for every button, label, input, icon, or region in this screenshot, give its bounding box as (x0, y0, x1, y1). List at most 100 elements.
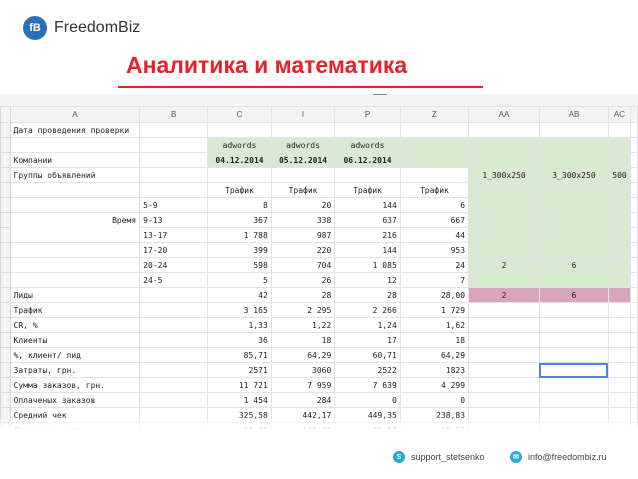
table-cell[interactable] (538, 182, 609, 198)
table-cell[interactable]: 28 (270, 287, 336, 303)
table-cell[interactable]: 42 (207, 287, 272, 303)
table-cell[interactable] (399, 152, 470, 168)
table-cell[interactable] (607, 392, 632, 408)
table-cell[interactable] (538, 362, 609, 378)
table-cell[interactable]: 26 (270, 272, 336, 288)
table-cell[interactable]: 05.12.2014 (270, 152, 336, 168)
table-cell[interactable] (538, 272, 609, 288)
table-cell[interactable] (9, 257, 141, 273)
table-cell[interactable]: 1 788 (207, 227, 272, 243)
table-cell[interactable]: 667 (399, 212, 470, 228)
table-cell[interactable] (139, 122, 209, 138)
table-cell[interactable] (538, 302, 609, 318)
table-cell[interactable]: 1,24 (334, 317, 401, 333)
table-cell[interactable] (538, 197, 609, 213)
table-cell[interactable] (139, 332, 209, 348)
column-header[interactable]: C (207, 106, 272, 123)
table-cell[interactable] (607, 272, 632, 288)
table-cell[interactable] (468, 377, 540, 393)
table-cell[interactable]: 2 (468, 287, 540, 303)
table-cell[interactable]: Группы объявлений (9, 167, 141, 183)
table-cell[interactable]: 367 (207, 212, 272, 228)
table-cell[interactable] (538, 377, 609, 393)
table-cell[interactable] (270, 167, 336, 183)
table-cell[interactable] (468, 242, 540, 258)
table-cell[interactable] (270, 122, 336, 138)
table-cell[interactable] (9, 197, 141, 213)
table-cell[interactable] (538, 332, 609, 348)
table-cell[interactable]: 6 (538, 257, 609, 273)
table-cell[interactable]: 2571 (207, 362, 272, 378)
column-header[interactable]: I (270, 106, 336, 123)
table-cell[interactable] (468, 302, 540, 318)
table-cell[interactable] (468, 197, 540, 213)
table-cell[interactable]: adwords (334, 137, 401, 153)
table-cell[interactable] (468, 122, 540, 138)
table-cell[interactable]: Затраты, грн. (9, 362, 141, 378)
table-cell[interactable]: 144 (334, 197, 401, 213)
table-cell[interactable] (538, 122, 609, 138)
table-cell[interactable] (607, 227, 632, 243)
table-cell[interactable] (399, 122, 470, 138)
table-cell[interactable] (207, 167, 272, 183)
table-cell[interactable]: 598 (207, 257, 272, 273)
table-cell[interactable] (139, 392, 209, 408)
table-cell[interactable]: 987 (270, 227, 336, 243)
table-cell[interactable]: 36 (207, 332, 272, 348)
table-cell[interactable]: 24 (399, 257, 470, 273)
table-cell[interactable]: 20 (270, 197, 336, 213)
table-cell[interactable] (468, 212, 540, 228)
table-cell[interactable]: 6 (399, 197, 470, 213)
table-cell[interactable]: Клиенты (9, 332, 141, 348)
table-cell[interactable] (139, 362, 209, 378)
table-cell[interactable] (9, 182, 141, 198)
table-cell[interactable] (607, 137, 632, 153)
table-cell[interactable] (207, 122, 272, 138)
table-cell[interactable]: 144 (334, 242, 401, 258)
table-cell[interactable]: Трафик (207, 182, 272, 198)
table-cell[interactable] (538, 242, 609, 258)
table-cell[interactable] (607, 332, 632, 348)
table-cell[interactable]: 500 (607, 167, 632, 183)
table-cell[interactable] (607, 287, 632, 303)
table-cell[interactable]: 399 (207, 242, 272, 258)
table-cell[interactable] (468, 347, 540, 363)
table-cell[interactable]: Лиды (9, 287, 141, 303)
column-header[interactable]: B (139, 106, 209, 123)
table-cell[interactable]: 216 (334, 227, 401, 243)
table-cell[interactable]: adwords (207, 137, 272, 153)
table-cell[interactable]: 1,22 (270, 317, 336, 333)
table-cell[interactable]: Оплаченых заказов (9, 392, 141, 408)
table-cell[interactable] (607, 257, 632, 273)
table-cell[interactable]: 0 (399, 392, 470, 408)
table-cell[interactable]: 06.12.2014 (334, 152, 401, 168)
table-cell[interactable]: 2 266 (334, 302, 401, 318)
table-cell[interactable]: 1_300x250 (468, 167, 540, 183)
table-cell[interactable] (538, 347, 609, 363)
email-contact[interactable]: ✉ info@freedombiz.ru (510, 449, 607, 465)
table-cell[interactable]: 64,29 (399, 347, 470, 363)
table-cell[interactable]: Сумма заказов, грн. (9, 377, 141, 393)
table-cell[interactable]: 18 (270, 332, 336, 348)
table-cell[interactable] (9, 227, 141, 243)
table-cell[interactable] (607, 317, 632, 333)
table-cell[interactable]: 2522 (334, 362, 401, 378)
table-cell[interactable]: CR, % (9, 317, 141, 333)
table-cell[interactable]: adwords (270, 137, 336, 153)
table-cell[interactable]: Дата проведения проверки (9, 122, 141, 138)
table-cell[interactable]: 18 (399, 332, 470, 348)
column-header[interactable]: A (9, 106, 141, 123)
table-cell[interactable] (538, 152, 609, 168)
table-cell[interactable]: 953 (399, 242, 470, 258)
table-cell[interactable]: 1,33 (207, 317, 272, 333)
table-cell[interactable] (607, 212, 632, 228)
table-cell[interactable] (139, 347, 209, 363)
table-cell[interactable]: 13-17 (139, 227, 209, 243)
table-cell[interactable]: 28,00 (399, 287, 470, 303)
table-cell[interactable] (468, 152, 540, 168)
table-cell[interactable]: 20-24 (139, 257, 209, 273)
table-cell[interactable] (399, 167, 470, 183)
table-cell[interactable]: 1 085 (334, 257, 401, 273)
table-cell[interactable]: 704 (270, 257, 336, 273)
table-cell[interactable] (139, 137, 209, 153)
